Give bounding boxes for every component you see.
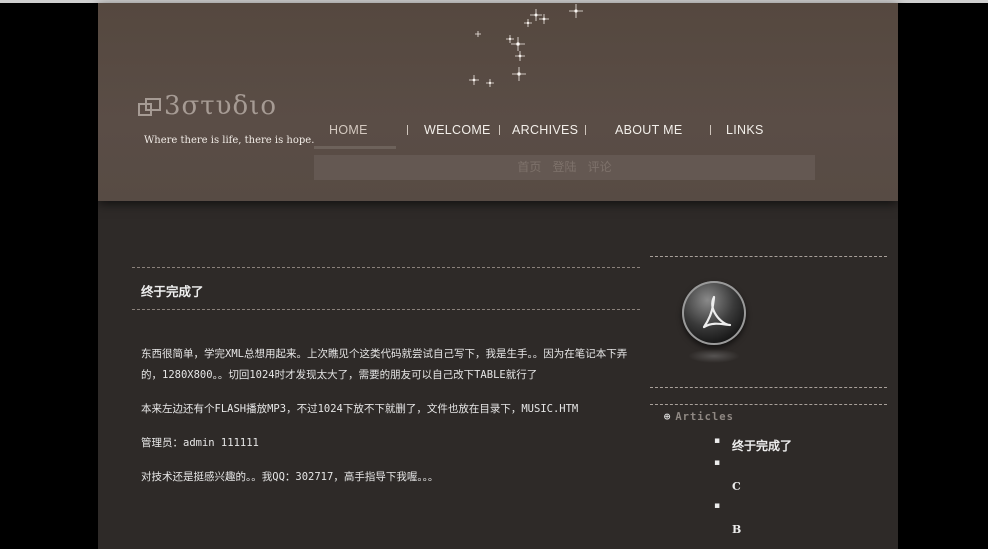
nav-item-archives[interactable]: ARCHIVES — [512, 123, 578, 137]
site-header: 3στυδιο Where there is life, there is ho… — [98, 3, 898, 201]
article-list-item[interactable] — [714, 501, 887, 524]
sparkle-stars-icon — [469, 4, 583, 87]
nav-item-welcome[interactable]: WELCOME — [424, 123, 491, 137]
article-list-item[interactable] — [714, 458, 887, 481]
article-list-item[interactable]: C — [714, 480, 887, 502]
post-paragraph: 东西很简单，学完XML总想用起来。上次瞧见个这类代码就尝试自己写下，我是生手。。… — [141, 348, 628, 381]
blog-post: 终于完成了 东西很简单，学完XML总想用起来。上次瞧见个这类代码就尝试自己写下，… — [132, 267, 640, 501]
article-list: 终于完成了 C B — [714, 436, 887, 545]
adobe-pdf-icon[interactable] — [682, 281, 746, 345]
post-paragraph: 本来左边还有个FLASH播放MP3，不过1024下放不下就删了，文件也放在目录下… — [141, 403, 579, 415]
subnav-link-comments[interactable]: 评论 — [588, 155, 612, 180]
article-list-item[interactable]: B — [714, 523, 887, 545]
logo-mark-icon — [138, 95, 162, 117]
site-tagline: Where there is life, there is hope. — [144, 135, 315, 146]
bullet-icon: ⊕ — [664, 411, 672, 423]
main-nav: HOME WELCOME ARCHIVES ABOUT ME LINKS — [314, 118, 814, 148]
sidebar: ⊕Articles 终于完成了 C B — [650, 256, 887, 545]
post-paragraph: 管理员：admin 111111 — [141, 437, 259, 449]
article-list-item[interactable]: 终于完成了 — [714, 436, 887, 459]
nav-separator — [585, 125, 586, 135]
sub-nav: 首页 登陆 评论 — [314, 155, 815, 180]
sidebar-section-title: Articles — [675, 411, 734, 423]
nav-active-indicator — [314, 146, 396, 149]
sidebar-section-header: ⊕ Articles — [650, 405, 887, 423]
nav-item-about-me[interactable]: ABOUT ME — [615, 123, 682, 137]
nav-separator — [407, 125, 408, 135]
post-paragraph: 对技术还是挺感兴趣的。。我QQ：302717，高手指导下我喔。。。 — [141, 471, 439, 483]
subnav-link-home[interactable]: 首页 — [517, 155, 541, 180]
post-body: 东西很简单，学完XML总想用起来。上次瞧见个这类代码就尝试自己写下，我是生手。。… — [132, 310, 640, 488]
sidebar-pdf-block — [650, 257, 887, 387]
site-logo[interactable]: 3στυδιο — [138, 91, 277, 121]
nav-item-home[interactable]: HOME — [329, 123, 368, 137]
sidebar-divider — [650, 387, 887, 388]
logo-text: 3στυδιο — [164, 91, 277, 121]
page-container: 3στυδιο Where there is life, there is ho… — [98, 3, 898, 549]
nav-separator — [499, 125, 500, 135]
subnav-link-login[interactable]: 登陆 — [552, 155, 576, 180]
post-title: 终于完成了 — [141, 284, 204, 299]
icon-reflection — [688, 349, 740, 363]
nav-item-links[interactable]: LINKS — [726, 123, 764, 137]
nav-separator — [710, 125, 711, 135]
